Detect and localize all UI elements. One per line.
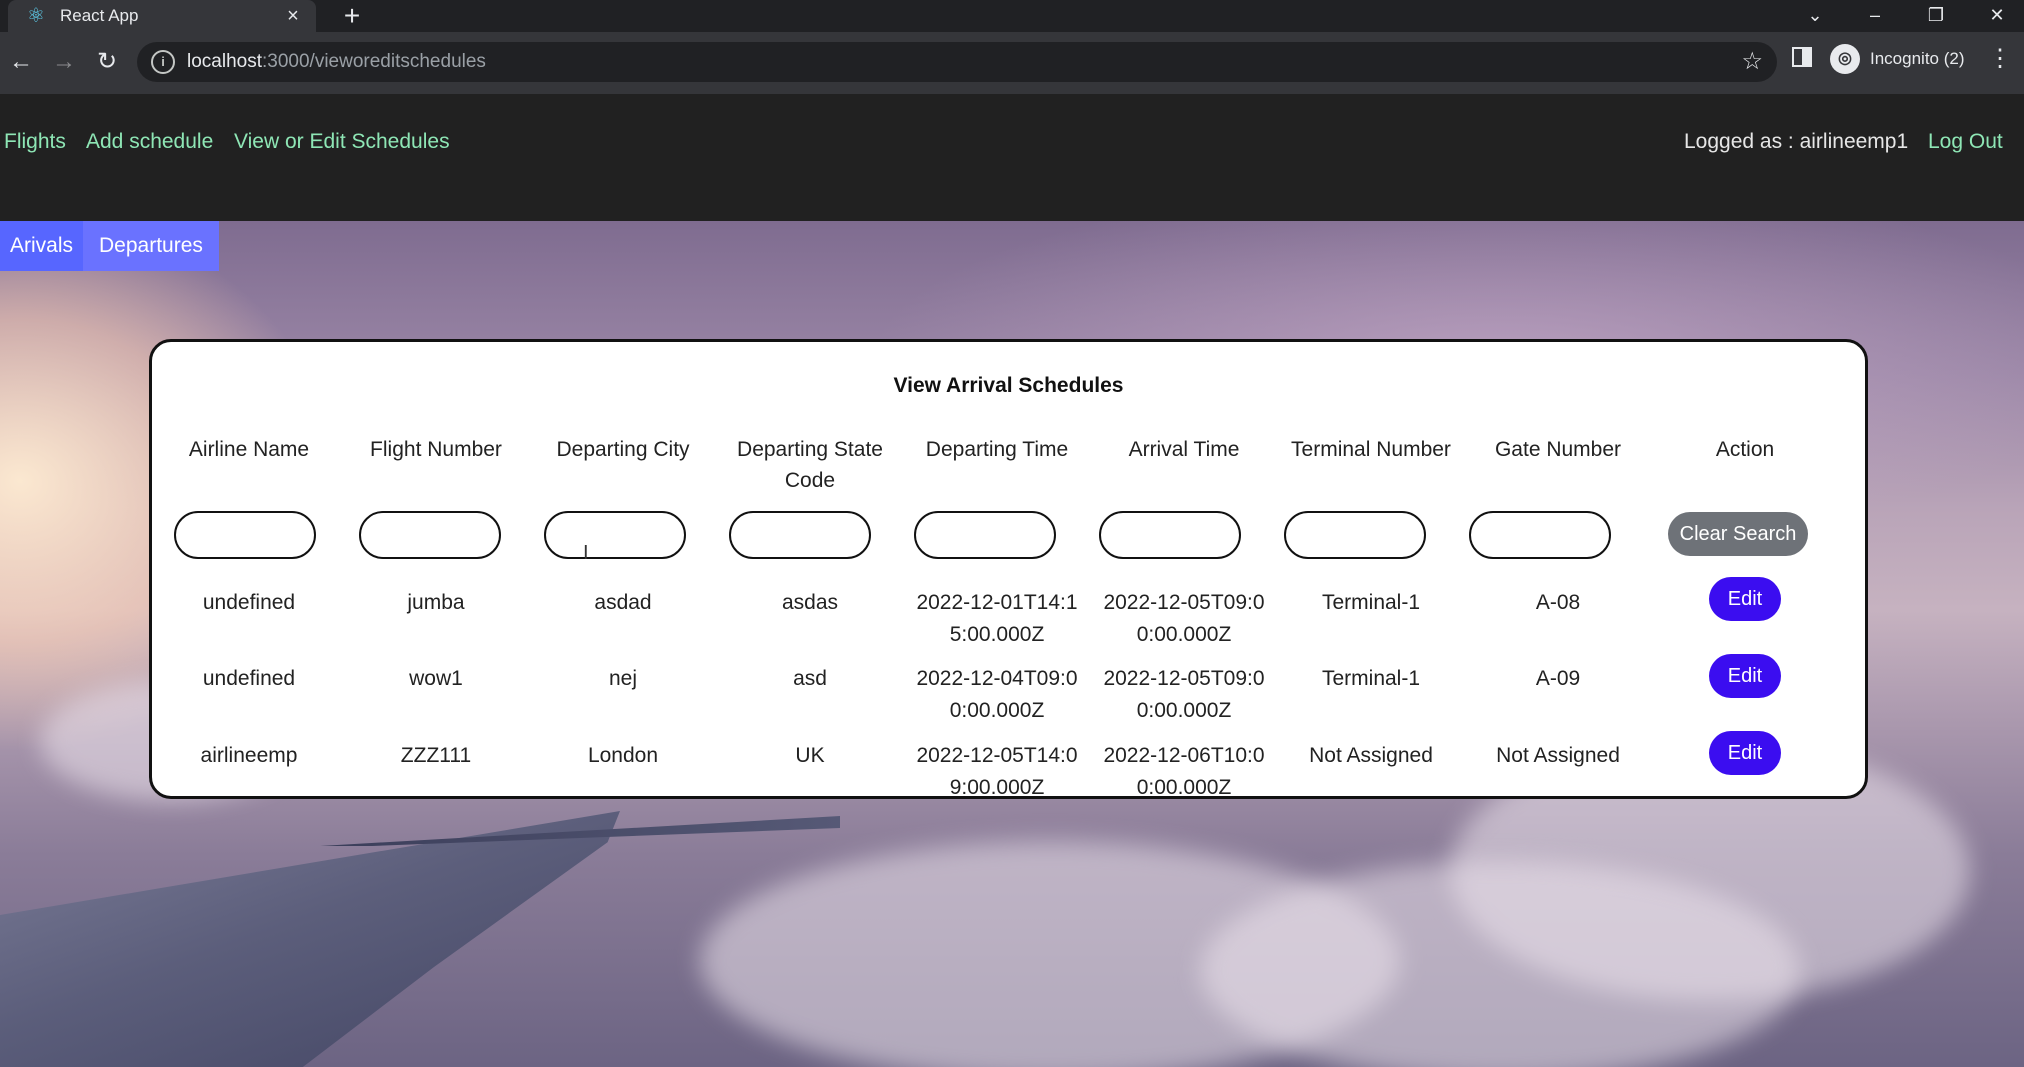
logout-link[interactable]: Log Out [1928,130,2003,154]
cell-departing-city: nej [608,667,638,690]
app: Flights Add schedule View or Edit Schedu… [0,94,2024,1067]
tab-departures[interactable]: Departures [83,221,219,271]
header-departing-city: Departing City [556,438,690,461]
clear-search-button[interactable]: Clear Search [1668,512,1808,556]
cell-terminal-number: Terminal-1 [1321,667,1421,690]
background-scene: Arivals Departures View Arrival Schedule… [0,221,2024,1067]
header-departing-time: Departing Time [925,438,1069,461]
text-cursor-icon: Ι [583,542,589,564]
incognito-profile[interactable]: ◎ Incognito (2) [1830,44,1965,74]
address-bar[interactable]: i localhost:3000/vieworeditschedules ☆ [137,42,1777,82]
tab-strip: ⚛ React App × + ⌄ – ❐ ✕ [0,0,2024,32]
schedule-card: View Arrival Schedules Airline Name Flig… [149,339,1868,799]
search-terminal-number-input[interactable] [1284,511,1426,559]
search-arrival-time-input[interactable] [1099,511,1241,559]
info-icon[interactable]: i [151,50,175,74]
new-tab-icon[interactable]: + [338,2,366,30]
cell-departing-city: asdad [594,591,652,614]
incognito-label: Incognito (2) [1870,49,1965,68]
cell-flight-number: jumba [407,591,465,614]
cell-departing-time: 2022-12-01T14:15:00.000Z [916,591,1078,646]
cell-gate-number: A-09 [1535,667,1581,690]
url-host: localhost [187,51,262,72]
react-icon: ⚛ [27,5,45,27]
close-icon[interactable]: × [282,5,304,27]
card-title: View Arrival Schedules [893,374,1124,397]
search-departing-city-input[interactable] [544,511,686,559]
browser-tab[interactable]: ⚛ React App × [8,0,316,32]
cell-airline-name: undefined [202,667,296,690]
header-arrival-time: Arrival Time [1128,438,1240,461]
header-gate-number: Gate Number [1494,438,1622,461]
cell-airline-name: airlineemp [200,744,298,767]
restore-icon[interactable]: ❐ [1916,2,1956,28]
browser-toolbar: ← → ↻ i localhost:3000/vieworeditschedul… [0,32,2024,94]
cell-terminal-number: Terminal-1 [1321,591,1421,614]
url-path: :3000/vieworeditschedules [262,51,486,72]
window-close-icon[interactable]: ✕ [1977,2,2017,28]
header-action: Action [1715,438,1775,461]
search-gate-number-input[interactable] [1469,511,1611,559]
bookmark-star-icon[interactable]: ☆ [1741,48,1763,76]
cell-departing-time: 2022-12-04T09:00:00.000Z [916,667,1078,722]
airplane-wing [0,811,620,1067]
tab-title: React App [60,6,139,25]
tab-search-icon[interactable]: ⌄ [1795,2,1835,28]
search-flight-number-input[interactable] [359,511,501,559]
search-airline-name-input[interactable] [174,511,316,559]
edit-button[interactable]: Edit [1709,731,1781,775]
edit-button[interactable]: Edit [1709,654,1781,698]
search-departing-time-input[interactable] [914,511,1056,559]
incognito-icon: ◎ [1830,44,1860,74]
cell-terminal-number: Not Assigned [1309,744,1433,767]
cell-arrival-time: 2022-12-05T09:00:00.000Z [1103,667,1265,722]
side-panel-icon[interactable] [1792,47,1812,67]
cloud [1200,861,1800,1067]
cell-departing-time: 2022-12-05T14:09:00.000Z [916,744,1078,799]
cell-flight-number: ZZZ111 [400,744,472,767]
top-nav: Flights Add schedule View or Edit Schedu… [0,94,2024,221]
back-icon[interactable]: ← [5,46,37,78]
cell-flight-number: wow1 [409,667,463,690]
edit-button[interactable]: Edit [1709,577,1781,621]
cell-departing-state: asdas [781,591,839,614]
cell-airline-name: undefined [202,591,296,614]
cell-departing-state: UK [795,744,825,767]
logged-as-label: Logged as : airlineemp1 [1684,130,1909,153]
tab-arrivals[interactable]: Arivals [0,221,84,271]
cell-arrival-time: 2022-12-06T10:00:00.000Z [1103,744,1265,799]
cell-departing-city: London [587,744,659,767]
search-departing-state-input[interactable] [729,511,871,559]
minimize-icon[interactable]: – [1855,2,1895,28]
nav-flights[interactable]: Flights [4,130,66,154]
forward-icon[interactable]: → [48,46,80,78]
schedule-type-tabs: Arivals Departures [0,221,219,271]
cell-gate-number: Not Assigned [1496,744,1620,767]
reload-icon[interactable]: ↻ [91,46,123,78]
header-terminal-number: Terminal Number [1291,438,1451,461]
cell-arrival-time: 2022-12-05T09:00:00.000Z [1103,591,1265,646]
nav-view-edit-schedules[interactable]: View or Edit Schedules [234,130,450,154]
header-departing-state-code: Departing State Code [737,438,883,492]
nav-add-schedule[interactable]: Add schedule [86,130,213,154]
header-airline-name: Airline Name [188,438,310,461]
cell-gate-number: A-08 [1535,591,1581,614]
header-flight-number: Flight Number [370,438,502,461]
more-menu-icon[interactable]: ⋮ [1988,46,2012,72]
cell-departing-state: asd [793,667,827,690]
